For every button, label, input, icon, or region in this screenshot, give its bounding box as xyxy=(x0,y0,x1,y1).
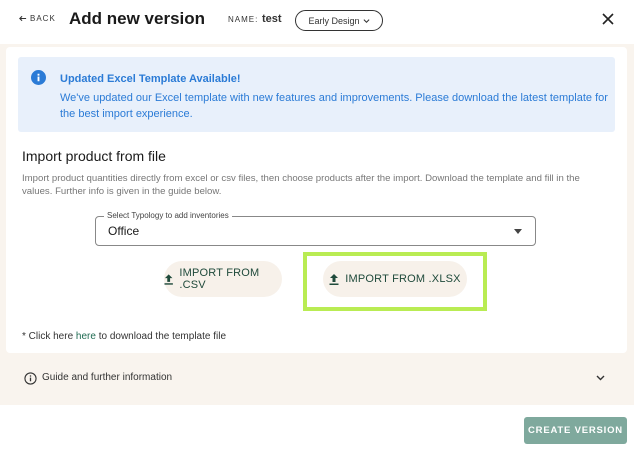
import-section-description: Import product quantities directly from … xyxy=(22,173,580,197)
note-suffix: to download the template file xyxy=(95,331,227,342)
arrow-left-icon xyxy=(19,15,27,22)
header: BACK Add new version NAME: test Early De… xyxy=(0,0,634,44)
import-xlsx-button[interactable]: IMPORT FROM .XLSX xyxy=(323,261,467,297)
dialog-body: Updated Excel Template Available! We've … xyxy=(0,44,634,405)
import-csv-button[interactable]: IMPORT FROM .CSV xyxy=(164,261,282,297)
info-circle-icon xyxy=(24,372,37,385)
import-csv-label: IMPORT FROM .CSV xyxy=(179,267,260,291)
chevron-down-icon xyxy=(363,19,370,23)
version-stage-dropdown[interactable]: Early Design xyxy=(295,10,383,31)
import-xlsx-label: IMPORT FROM .XLSX xyxy=(345,273,461,285)
footer: CREATE VERSION xyxy=(0,405,634,451)
banner-text: We've updated our Excel template with ne… xyxy=(60,92,608,120)
version-stage-label: Early Design xyxy=(308,15,360,26)
close-icon[interactable] xyxy=(602,13,614,25)
info-icon xyxy=(31,70,46,85)
download-template-note: * Click here here to download the templa… xyxy=(22,331,226,342)
typology-select-label: Select Typology to add inventories xyxy=(104,211,232,220)
typology-select-value: Office xyxy=(108,224,140,238)
import-card: Updated Excel Template Available! We've … xyxy=(6,47,627,353)
name-value: test xyxy=(262,13,282,25)
info-banner: Updated Excel Template Available! We've … xyxy=(18,57,615,132)
caret-down-icon xyxy=(514,229,522,234)
banner-title: Updated Excel Template Available! xyxy=(60,73,241,85)
page-title: Add new version xyxy=(69,9,206,28)
create-version-button[interactable]: CREATE VERSION xyxy=(524,417,627,444)
back-label: BACK xyxy=(30,14,56,23)
back-button[interactable]: BACK xyxy=(18,14,56,23)
typology-select[interactable]: Select Typology to add inventories Offic… xyxy=(95,211,536,246)
name-label: NAME: xyxy=(228,15,259,24)
chevron-down-icon xyxy=(596,375,605,381)
guide-accordion[interactable]: Guide and further information xyxy=(6,359,627,395)
upload-icon xyxy=(164,273,173,285)
template-download-link[interactable]: here xyxy=(76,331,96,342)
import-section-title: Import product from file xyxy=(22,148,166,164)
note-prefix: * Click here xyxy=(22,331,76,342)
guide-label: Guide and further information xyxy=(42,372,173,383)
upload-icon xyxy=(329,273,339,285)
